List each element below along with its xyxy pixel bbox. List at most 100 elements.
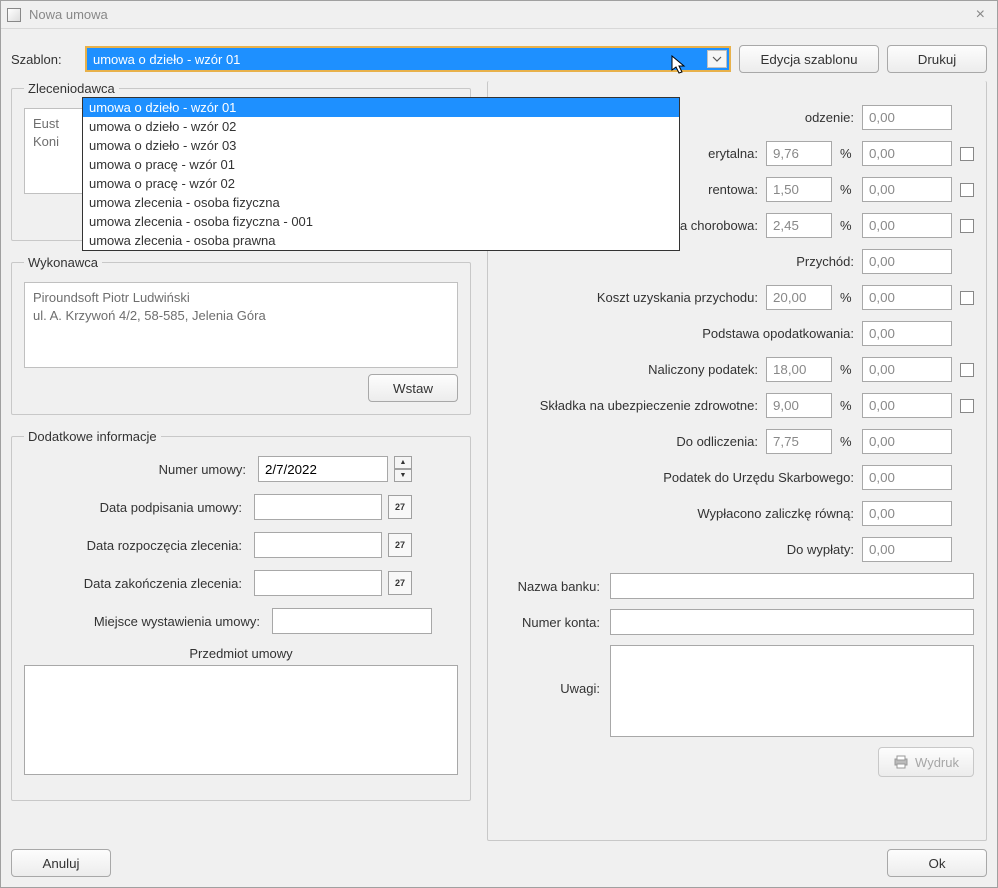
calc-rate-input[interactable] xyxy=(766,141,832,166)
zak-label: Data zakończenia zlecenia: xyxy=(24,576,248,591)
calc-value-input[interactable] xyxy=(862,501,952,526)
numer-spinner[interactable]: ▲▼ xyxy=(394,456,412,482)
numer-label: Numer umowy: xyxy=(24,462,252,477)
template-option[interactable]: umowa o dzieło - wzór 02 xyxy=(83,117,679,136)
template-combobox[interactable]: umowa o dzieło - wzór 01 xyxy=(85,46,731,72)
calc-value-input[interactable] xyxy=(862,213,952,238)
rozp-input[interactable] xyxy=(254,532,382,558)
calc-checkbox[interactable] xyxy=(960,291,974,305)
calc-rate-input[interactable] xyxy=(766,177,832,202)
calc-row: Podatek do Urzędu Skarbowego: xyxy=(500,465,974,490)
miejsce-input[interactable] xyxy=(272,608,432,634)
calc-value-input[interactable] xyxy=(862,321,952,346)
wykonawca-group: Wykonawca Piroundsoft Piotr Ludwiński ul… xyxy=(11,255,471,415)
calc-row: Podstawa opodatkowania: xyxy=(500,321,974,346)
close-icon[interactable]: × xyxy=(970,6,991,24)
uwagi-label: Uwagi: xyxy=(500,645,600,737)
calc-value-input[interactable] xyxy=(862,249,952,274)
calc-value-input[interactable] xyxy=(862,429,952,454)
template-option[interactable]: umowa o pracę - wzór 01 xyxy=(83,155,679,174)
template-option[interactable]: umowa zlecenia - osoba fizyczna - 001 xyxy=(83,212,679,231)
footer-buttons: Anuluj Ok xyxy=(11,849,987,877)
dodatkowe-legend: Dodatkowe informacje xyxy=(24,429,161,444)
calc-checkbox[interactable] xyxy=(960,399,974,413)
calendar-icon[interactable]: 27 xyxy=(388,495,412,519)
template-label: Szablon: xyxy=(11,52,77,67)
przedmiot-textarea[interactable] xyxy=(24,665,458,775)
podpis-row: Data podpisania umowy: 27 xyxy=(24,494,458,520)
zak-input[interactable] xyxy=(254,570,382,596)
uwagi-textarea[interactable] xyxy=(610,645,974,737)
calc-rate-input[interactable] xyxy=(766,429,832,454)
calendar-icon[interactable]: 27 xyxy=(388,571,412,595)
calc-value-input[interactable] xyxy=(862,465,952,490)
konto-label: Numer konta: xyxy=(500,615,600,630)
wykonawca-insert-button[interactable]: Wstaw xyxy=(368,374,458,402)
podpis-input[interactable] xyxy=(254,494,382,520)
calc-rate-input[interactable] xyxy=(766,213,832,238)
calc-checkbox[interactable] xyxy=(960,147,974,161)
wykonawca-line1: Piroundsoft Piotr Ludwiński xyxy=(33,289,449,307)
calc-value-input[interactable] xyxy=(862,357,952,382)
ok-button[interactable]: Ok xyxy=(887,849,987,877)
calc-row-label: Do odliczenia: xyxy=(500,434,758,449)
calc-row: Naliczony podatek:% xyxy=(500,357,974,382)
wykonawca-legend: Wykonawca xyxy=(24,255,102,270)
calendar-icon[interactable]: 27 xyxy=(388,533,412,557)
calc-row: Koszt uzyskania przychodu:% xyxy=(500,285,974,310)
template-option[interactable]: umowa zlecenia - osoba fizyczna xyxy=(83,193,679,212)
wydruk-button: Wydruk xyxy=(878,747,974,777)
calc-row: Do odliczenia:% xyxy=(500,429,974,454)
content-area: Szablon: umowa o dzieło - wzór 01 Edycja… xyxy=(1,29,997,887)
cancel-button[interactable]: Anuluj xyxy=(11,849,111,877)
edit-template-button[interactable]: Edycja szablonu xyxy=(739,45,879,73)
print-button[interactable]: Drukuj xyxy=(887,45,987,73)
konto-row: Numer konta: xyxy=(500,609,974,635)
template-option[interactable]: umowa o pracę - wzór 02 xyxy=(83,174,679,193)
rozp-label: Data rozpoczęcia zlecenia: xyxy=(24,538,248,553)
chevron-down-icon[interactable] xyxy=(707,50,727,68)
template-option[interactable]: umowa o dzieło - wzór 03 xyxy=(83,136,679,155)
calc-checkbox[interactable] xyxy=(960,183,974,197)
template-option[interactable]: umowa o dzieło - wzór 01 xyxy=(83,98,679,117)
dialog-window: Nowa umowa × Szablon: umowa o dzieło - w… xyxy=(0,0,998,888)
percent-label: % xyxy=(840,146,854,161)
calc-value-input[interactable] xyxy=(862,141,952,166)
dodatkowe-group: Dodatkowe informacje Numer umowy: ▲▼ Dat… xyxy=(11,429,471,801)
calc-row-label: Do wypłaty: xyxy=(500,542,854,557)
przedmiot-label: Przedmiot umowy xyxy=(24,646,458,661)
bank-input[interactable] xyxy=(610,573,974,599)
calc-rate-input[interactable] xyxy=(766,285,832,310)
percent-label: % xyxy=(840,434,854,449)
percent-label: % xyxy=(840,218,854,233)
calc-value-input[interactable] xyxy=(862,393,952,418)
app-icon xyxy=(7,8,21,22)
bank-label: Nazwa banku: xyxy=(500,579,600,594)
calc-rate-input[interactable] xyxy=(766,357,832,382)
podpis-label: Data podpisania umowy: xyxy=(24,500,248,515)
uwagi-row: Uwagi: xyxy=(500,645,974,737)
numer-input[interactable] xyxy=(258,456,388,482)
template-option[interactable]: umowa zlecenia - osoba prawna xyxy=(83,231,679,250)
calc-row: Przychód: xyxy=(500,249,974,274)
calc-row-label: Naliczony podatek: xyxy=(500,362,758,377)
calc-checkbox[interactable] xyxy=(960,219,974,233)
calc-row-label: Składka na ubezpieczenie zdrowotne: xyxy=(500,398,758,413)
calc-value-input[interactable] xyxy=(862,537,952,562)
konto-input[interactable] xyxy=(610,609,974,635)
rozp-row: Data rozpoczęcia zlecenia: 27 xyxy=(24,532,458,558)
calc-rate-input[interactable] xyxy=(766,393,832,418)
calc-value-input[interactable] xyxy=(862,105,952,130)
calc-value-input[interactable] xyxy=(862,285,952,310)
miejsce-row: Miejsce wystawienia umowy: xyxy=(24,608,458,634)
template-dropdown-list[interactable]: umowa o dzieło - wzór 01umowa o dzieło -… xyxy=(82,97,680,251)
printer-icon xyxy=(893,755,909,769)
percent-label: % xyxy=(840,362,854,377)
numer-row: Numer umowy: ▲▼ xyxy=(24,456,458,482)
calc-value-input[interactable] xyxy=(862,177,952,202)
calc-row: Wypłacono zaliczkę równą: xyxy=(500,501,974,526)
calc-row-label: Podatek do Urzędu Skarbowego: xyxy=(500,470,854,485)
percent-label: % xyxy=(840,290,854,305)
zak-row: Data zakończenia zlecenia: 27 xyxy=(24,570,458,596)
calc-checkbox[interactable] xyxy=(960,363,974,377)
